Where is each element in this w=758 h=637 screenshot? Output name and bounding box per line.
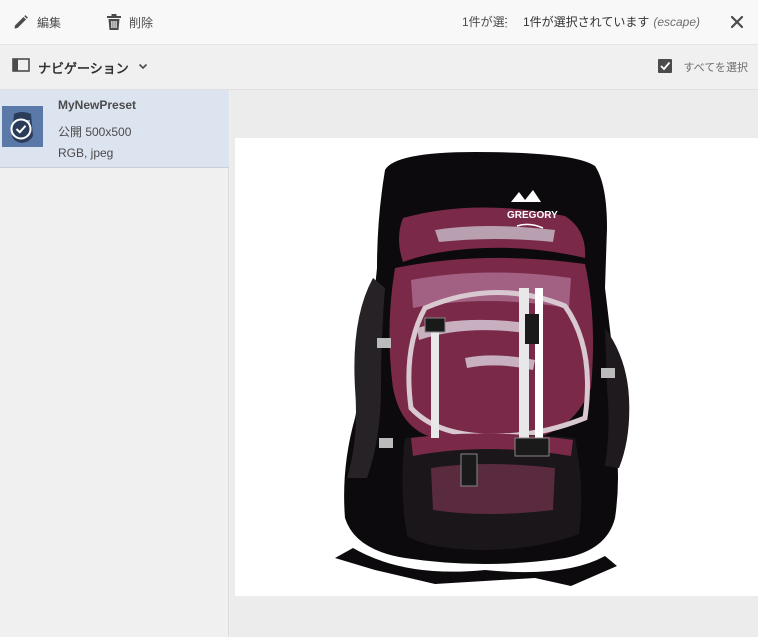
chevron-down-icon: [137, 58, 149, 76]
navigation-toggle[interactable]: ナビゲーション: [12, 45, 149, 89]
pencil-icon: [12, 13, 30, 31]
select-all-button[interactable]: すべてを選択: [657, 45, 748, 89]
edit-label: 編集: [37, 15, 62, 30]
image-preview-canvas: GREGORY: [235, 138, 758, 596]
selection-count: 1件が選択されています (escape): [523, 12, 700, 32]
close-icon: [728, 15, 746, 35]
trash-icon: [106, 13, 122, 31]
escape-hint: (escape): [653, 15, 701, 29]
list-item[interactable]: MyNewPreset 公開 500x500 RGB, jpeg: [0, 90, 229, 168]
preset-format: RGB, jpeg: [58, 146, 114, 160]
checkbox-icon: [657, 58, 673, 77]
edit-button[interactable]: 編集: [12, 0, 61, 44]
preset-size: 公開 500x500: [58, 125, 132, 139]
delete-button[interactable]: 削除: [106, 0, 153, 44]
delete-label: 削除: [129, 15, 154, 30]
preset-name: MyNewPreset: [58, 98, 137, 112]
backpack-image: GREGORY: [335, 152, 630, 586]
brand-logo-text: GREGORY: [507, 210, 558, 221]
select-all-label: すべてを選択: [683, 62, 748, 74]
action-toolbar: 編集 削除 1件が選択されています 1件が選択されています(escape): [0, 0, 758, 45]
selection-text: 1件が選択されています: [523, 15, 650, 29]
navigation-bar: ナビゲーション すべてを選択: [0, 45, 758, 90]
rail-toggle-icon: [12, 57, 30, 78]
preview-area: GREGORY: [230, 90, 758, 637]
preset-list: MyNewPreset 公開 500x500 RGB, jpeg: [0, 90, 229, 637]
truncated-selection-text: 1件が選択されています: [462, 15, 507, 29]
navigation-title: ナビゲーション: [38, 60, 129, 76]
selected-check-icon: [10, 118, 32, 140]
close-selection-button[interactable]: [728, 13, 746, 31]
